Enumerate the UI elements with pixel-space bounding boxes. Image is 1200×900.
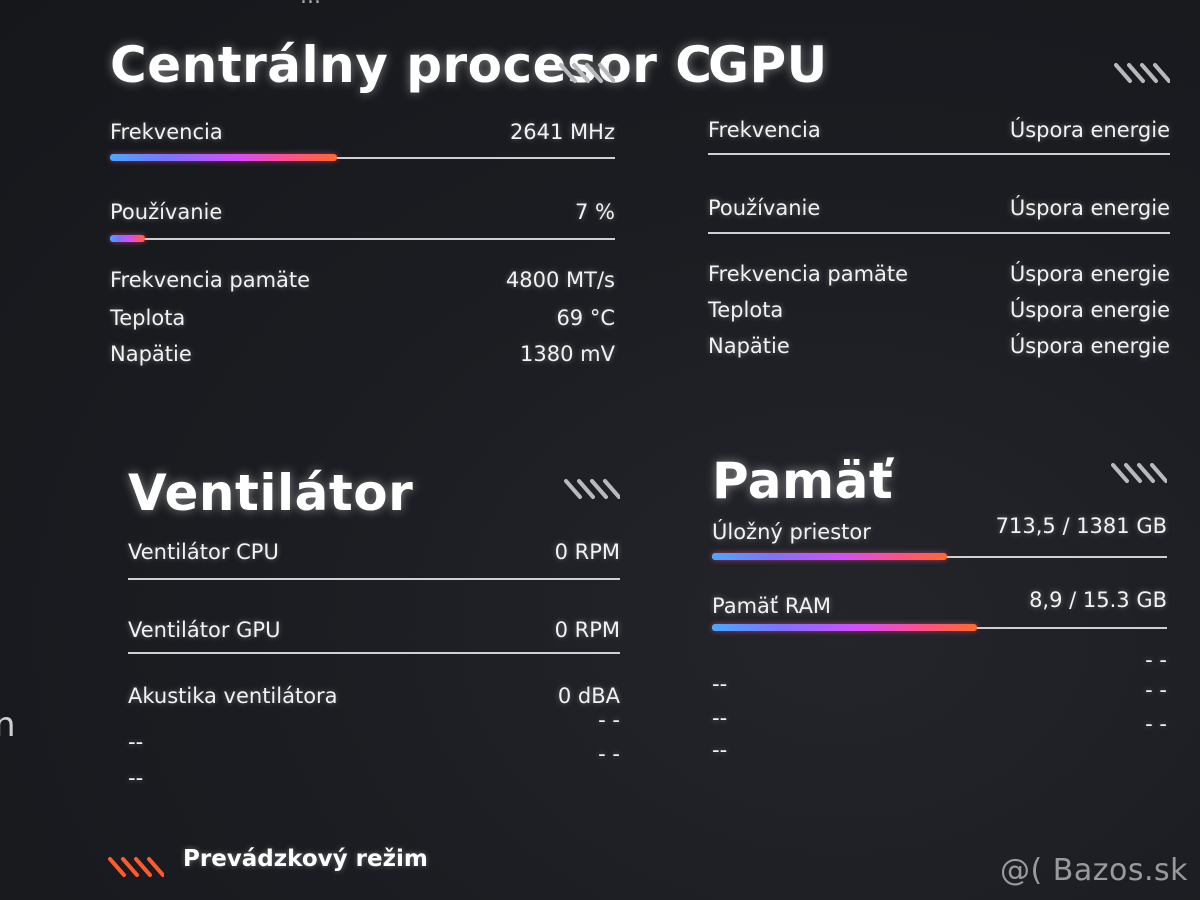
memory-extra-value: - - [1145,712,1167,736]
memory-storage-label: Úložný priestor [712,520,871,544]
memory-extra-label: -- [712,672,728,696]
cpu-usage-bar [110,235,146,242]
cpu-stat-memory-frequency: Frekvencia pamäte 4800 MT/s [110,268,615,298]
stripes-icon [564,479,620,499]
memory-panel: Pamäť Úložný priestor 713,5 / 1381 GB Pa… [712,452,1167,762]
fan-extra-value: - - [598,742,620,766]
gpu-stat-temperature: Teplota Úspora energie [708,298,1170,328]
gpu-usage-value: Úspora energie [1009,196,1170,220]
stripes-icon [1114,63,1170,83]
memory-storage-bar [712,553,948,560]
cpu-usage-label: Používanie [110,200,223,224]
fan-cpu-value: 0 RPM [554,540,620,564]
memory-extra-row: -- [712,738,1167,768]
cpu-frequency-row: Frekvencia 2641 MHz [110,120,615,150]
gpu-stat-value: Úspora energie [1009,334,1170,358]
cpu-frequency-value: 2641 MHz [509,120,615,144]
gpu-frequency-row: Frekvencia Úspora energie [708,118,1170,148]
fan-cpu-track [128,578,620,580]
gpu-usage-label: Používanie [708,196,821,220]
memory-extra-value: - - [1145,678,1167,702]
cpu-stat-value: 1380 mV [520,342,615,366]
memory-ram-label: Pamäť RAM [712,594,832,618]
cpu-frequency-track [110,154,615,161]
gpu-frequency-track [708,153,1170,155]
gpu-stat-memory-frequency: Frekvencia pamäte Úspora energie [708,262,1170,292]
gpu-title: GPU [708,36,828,94]
stripes-icon [559,63,615,83]
fan-cpu-label: Ventilátor CPU [128,540,279,564]
fan-gpu-track [128,652,620,654]
memory-ram-track [712,624,1167,631]
cpu-stat-value: 4800 MT/s [505,268,615,292]
cpu-panel: Centrálny procesor C Frekvencia 2641 MHz… [110,36,712,386]
performance-mode-label: Prevádzkový režim [183,846,428,872]
memory-extra-label: -- [712,706,728,730]
gpu-stat-value: Úspora energie [1009,262,1170,286]
cpu-stat-value: 69 °C [556,306,615,330]
memory-storage-value: 713,5 / 1381 GB [995,514,1167,538]
gpu-stat-value: Úspora energie [1009,298,1170,322]
left-edge-glyph: n [0,705,16,745]
cpu-usage-track [110,235,615,242]
cpu-stat-temperature: Teplota 69 °C [110,306,615,336]
gpu-panel: GPU Frekvencia Úspora energie Používanie… [708,36,1170,386]
fan-acoustics-row: Akustika ventilátora 0 dBA [128,684,620,714]
memory-extra-label: -- [712,738,728,762]
gpu-stat-label: Frekvencia pamäte [708,262,909,286]
cpu-frequency-label: Frekvencia [110,120,223,144]
fan-gpu-label: Ventilátor GPU [128,618,281,642]
fan-gpu-row: Ventilátor GPU 0 RPM [128,618,620,648]
performance-stripes-icon [108,857,164,877]
fan-cpu-row: Ventilátor CPU 0 RPM [128,540,620,570]
fan-extra-label: -- [128,766,144,790]
memory-ram-value: 8,9 / 15.3 GB [1029,588,1167,612]
gpu-usage-row: Používanie Úspora energie [708,196,1170,226]
watermark: @( Bazos.sk [1000,853,1188,888]
fan-gpu-value: 0 RPM [554,618,620,642]
gpu-usage-track [708,232,1170,234]
top-cut-text: ... [300,0,321,9]
memory-title: Pamäť [712,452,894,510]
fan-panel: Ventilátor Ventilátor CPU 0 RPM Ventilát… [128,464,620,794]
fan-acoustics-value: 0 dBA [557,684,620,708]
gpu-frequency-label: Frekvencia [708,118,821,142]
gpu-stat-voltage: Napätie Úspora energie [708,334,1170,364]
fan-extra-label: -- [128,730,144,754]
cpu-stat-label: Frekvencia pamäte [110,268,311,292]
cpu-stat-label: Napätie [110,342,192,366]
memory-ram-bar [712,624,977,631]
cpu-usage-value: 7 % [575,200,615,224]
memory-storage-track [712,553,1167,560]
gpu-stat-label: Teplota [708,298,784,322]
stripes-icon [1111,463,1167,483]
fan-title: Ventilátor [128,464,414,522]
cpu-stat-label: Teplota [110,306,186,330]
memory-ram-row: Pamäť RAM 8,9 / 15.3 GB [712,588,1167,624]
fan-extra-row: -- - - [128,708,620,754]
memory-extra-row: -- - - [712,672,1167,702]
memory-extra-value: - - [1145,648,1167,672]
cpu-title: Centrálny procesor C [110,36,713,94]
memory-extra-row: -- - - [712,706,1167,736]
cpu-frequency-bar [110,154,338,161]
gpu-stat-label: Napätie [708,334,790,358]
fan-extra-value: - - [598,708,620,732]
fan-extra-row: -- - - [128,742,620,790]
fan-acoustics-label: Akustika ventilátora [128,684,338,708]
memory-storage-row: Úložný priestor 713,5 / 1381 GB [712,514,1167,550]
cpu-stat-voltage: Napätie 1380 mV [110,342,615,372]
gpu-frequency-value: Úspora energie [1009,118,1170,142]
cpu-usage-row: Používanie 7 % [110,200,615,230]
